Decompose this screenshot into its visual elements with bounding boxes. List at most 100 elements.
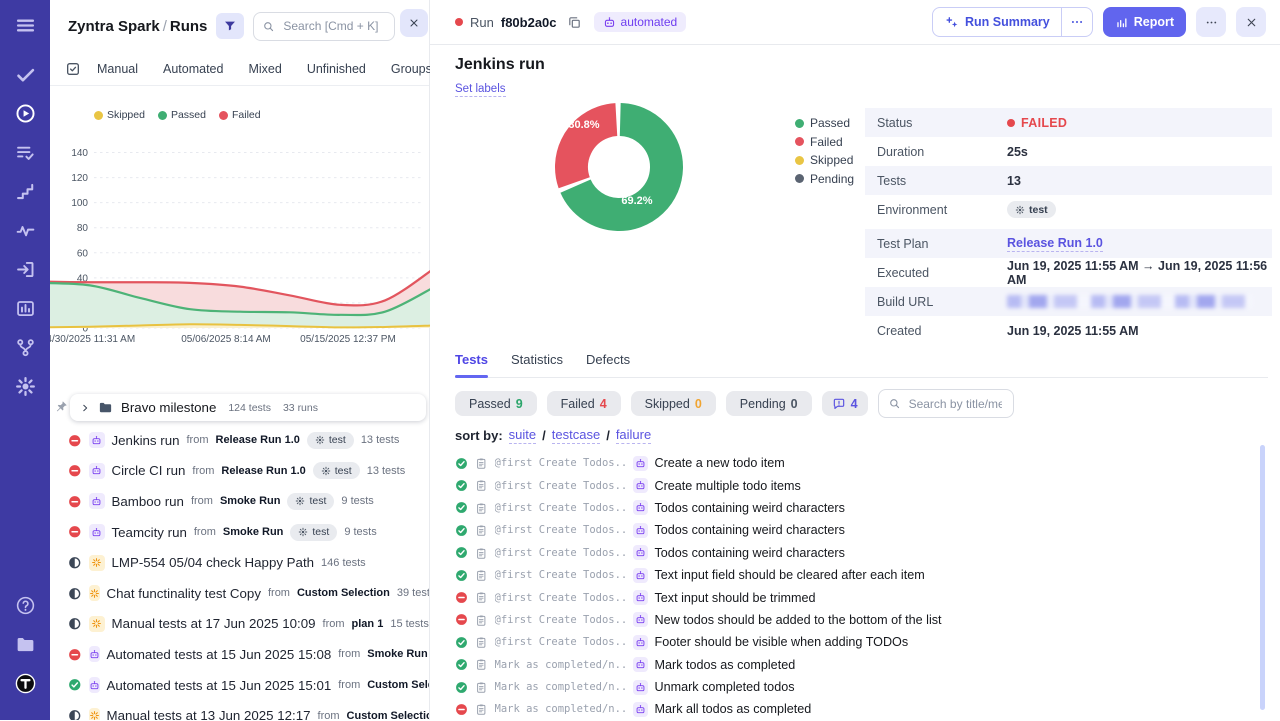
filter-failed[interactable]: Failed4 [547,391,621,416]
tab-unfinished[interactable]: Unfinished [307,62,366,76]
test-title[interactable]: Mark all todos as completed [655,702,812,716]
runs-search[interactable] [253,12,395,41]
settings-nav[interactable] [13,374,37,398]
tab-manual[interactable]: Manual [97,62,138,76]
test-row[interactable]: @first Create Todos...Text input should … [455,586,1268,608]
help-button[interactable] [13,593,37,617]
test-title[interactable]: Todos containing weird characters [655,501,845,515]
run-summary-button[interactable]: Run Summary [933,8,1061,36]
test-title[interactable]: Create multiple todo items [655,479,801,493]
test-plan-link[interactable]: Release Run 1.0 [1007,236,1103,252]
test-title[interactable]: Footer should be visible when adding TOD… [655,635,909,649]
tab-automated[interactable]: Automated [163,62,223,76]
from-label: from [191,495,213,507]
tab-tests[interactable]: Tests [455,352,488,367]
run-row-chat-functinality-test-copy[interactable]: Chat functinality test CopyfromCustom Se… [50,578,429,609]
run-row-automated-tests-at-15-jun-2025-15-01[interactable]: Automated tests at 15 Jun 2025 15:01from… [50,670,429,701]
tab-mixed[interactable]: Mixed [248,62,281,76]
sort-by-suite[interactable]: suite [509,427,536,444]
runs-nav[interactable] [13,101,37,125]
test-row[interactable]: @first Create Todos...Footer should be v… [455,631,1268,653]
set-labels-link[interactable]: Set labels [455,83,506,97]
run-row-lmp-554-05-04-check-happy-path[interactable]: LMP-554 05/04 check Happy Path146 tests [50,547,429,578]
run-source[interactable]: Custom Selection [297,587,390,599]
copy-run-id-button[interactable] [567,15,582,30]
test-row[interactable]: @first Create Todos...Todos containing w… [455,497,1268,519]
run-source[interactable]: Release Run 1.0 [221,465,305,477]
runs-search-input[interactable] [281,18,386,34]
milestones-nav[interactable] [13,179,37,203]
close-panel-button[interactable] [400,9,428,37]
test-title[interactable]: New todos should be added to the bottom … [655,613,942,627]
chevron-right-icon[interactable] [80,403,90,413]
svg-text:80: 80 [77,223,89,234]
run-source[interactable]: Custom Selection [367,679,429,691]
test-title[interactable]: Text input field should be cleared after… [655,568,925,582]
analytics-nav[interactable] [13,218,37,242]
test-title[interactable]: Unmark completed todos [655,680,795,694]
run-source[interactable]: Smoke Run [367,648,428,660]
run-row-jenkins-run[interactable]: Jenkins runfromRelease Run 1.0test13 tes… [50,425,429,456]
close-run-button[interactable] [1236,7,1266,37]
filter-button[interactable] [216,13,244,39]
sort-by-failure[interactable]: failure [616,427,651,444]
test-row[interactable]: @first Create Todos...New todos should b… [455,609,1268,631]
run-row-bamboo-run[interactable]: Bamboo runfromSmoke Runtest9 tests [50,486,429,517]
test-failed-icon [455,613,468,626]
test-row[interactable]: @first Create Todos...Todos containing w… [455,542,1268,564]
filter-pending[interactable]: Pending0 [726,391,812,416]
run-source[interactable]: Release Run 1.0 [216,434,300,446]
test-title[interactable]: Text input should be trimmed [655,591,816,605]
filter-passed[interactable]: Passed9 [455,391,537,416]
project-name[interactable]: Zyntra Spark [68,18,160,35]
test-row[interactable]: @first Create Todos...Text input field s… [455,564,1268,586]
sort-by-testcase[interactable]: testcase [552,427,600,444]
test-row[interactable]: @first Create Todos...Todos containing w… [455,519,1268,541]
tests-nav[interactable] [13,62,37,86]
run-tests-count: 9 tests [344,526,376,538]
run-source[interactable]: Custom Selection [347,710,429,720]
runs-trend-chart: SkippedPassedFailed 02040608010012014004… [50,104,430,354]
reports-nav[interactable] [13,296,37,320]
select-all-icon[interactable] [65,61,81,77]
field-value: Jun 19, 2025 11:55 AM → Jun 19, 2025 11:… [1007,259,1272,287]
test-row[interactable]: Mark as completed/n...Unmark completed t… [455,676,1268,698]
tab-statistics[interactable]: Statistics [511,352,563,367]
filter-skipped[interactable]: Skipped0 [631,391,716,416]
test-title[interactable]: Create a new todo item [655,456,785,470]
test-row[interactable]: Mark as completed/n...Mark todos as comp… [455,654,1268,676]
filter-label: Passed [469,397,511,411]
run-row-circle-ci-run[interactable]: Circle CI runfromRelease Run 1.0test13 t… [50,456,429,487]
run-row-manual-tests-at-17-jun-2025-10-09[interactable]: Manual tests at 17 Jun 2025 10:09frompla… [50,609,429,640]
more-actions-button[interactable] [1196,7,1226,37]
milestone-folder-row[interactable]: Bravo milestone 124 tests 33 runs [70,394,426,421]
test-row[interactable]: @first Create Todos...Create a new todo … [455,452,1268,474]
projects-button[interactable] [13,632,37,656]
test-title[interactable]: Todos containing weird characters [655,546,845,560]
test-passed-icon [455,479,468,492]
tests-search-input[interactable] [907,396,1004,412]
import-nav[interactable] [13,257,37,281]
testomat-logo[interactable] [13,671,37,695]
test-title[interactable]: Todos containing weird characters [655,523,845,537]
report-button[interactable]: Report [1103,7,1186,37]
run-source[interactable]: Smoke Run [223,526,284,538]
test-row[interactable]: @first Create Todos...Create multiple to… [455,474,1268,496]
run-source[interactable]: Smoke Run [220,495,281,507]
tests-scrollbar[interactable] [1260,445,1265,710]
branches-nav[interactable] [13,335,37,359]
svg-text:04/30/2025 11:31 AM: 04/30/2025 11:31 AM [50,334,135,345]
run-source[interactable]: plan 1 [352,618,384,630]
test-plans-nav[interactable] [13,140,37,164]
run-row-manual-tests-at-13-jun-2025-12-17[interactable]: Manual tests at 13 Jun 2025 12:17fromCus… [50,700,429,720]
tests-search[interactable] [878,389,1014,418]
tab-groups[interactable]: Groups [391,62,432,76]
run-summary-more-button[interactable] [1061,8,1092,36]
run-row-automated-tests-at-15-jun-2025-15-08[interactable]: Automated tests at 15 Jun 2025 15:08from… [50,639,429,670]
tab-defects[interactable]: Defects [586,352,630,367]
comments-filter[interactable]: 4 [822,391,868,416]
test-row[interactable]: Mark as completed/n...Mark all todos as … [455,698,1268,720]
test-title[interactable]: Mark todos as completed [655,658,796,672]
menu-button[interactable] [13,13,37,37]
run-row-teamcity-run[interactable]: Teamcity runfromSmoke Runtest9 tests [50,517,429,548]
